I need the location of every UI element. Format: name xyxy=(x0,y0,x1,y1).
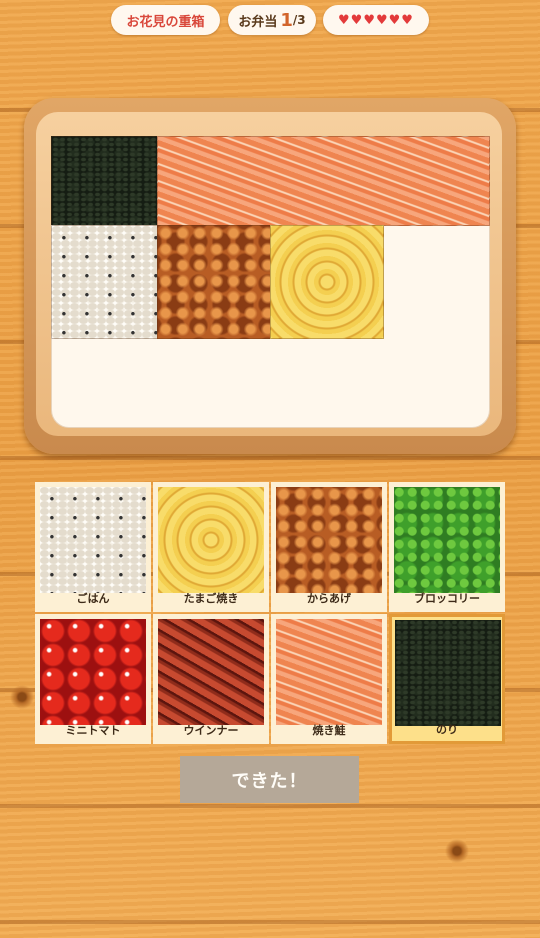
bento-counter-badge: お弁当 1 /3 xyxy=(228,5,316,35)
egg-icon xyxy=(158,487,264,593)
food-label: のり xyxy=(436,723,458,736)
food-item-broccoli[interactable]: ブロッコリー xyxy=(389,482,505,612)
wood-knot xyxy=(8,683,36,711)
rice-icon xyxy=(40,487,146,593)
food-item-salmon[interactable]: 焼き鮭 xyxy=(271,614,387,744)
food-label: ウインナー xyxy=(183,724,239,737)
broccoli-icon xyxy=(394,487,500,593)
food-item-rice[interactable]: ごはん xyxy=(35,482,151,612)
salmon-icon xyxy=(276,619,382,725)
food-label: からあげ xyxy=(307,592,351,605)
bento-tray[interactable] xyxy=(51,136,490,428)
nori-icon xyxy=(395,620,501,726)
food-label: たまご焼き xyxy=(183,592,239,605)
karaage-icon xyxy=(276,487,382,593)
food-item-wiener[interactable]: ウインナー xyxy=(153,614,269,744)
food-item-nori[interactable]: のり xyxy=(389,614,505,744)
placed-egg xyxy=(270,225,384,339)
hearts-icon: ♥♥♥♥♥♥ xyxy=(338,12,414,28)
food-item-karaage[interactable]: からあげ xyxy=(271,482,387,612)
counter-current: 1 xyxy=(280,9,293,31)
placed-salmon xyxy=(157,136,490,226)
counter-total: /3 xyxy=(292,13,306,27)
tomato-icon xyxy=(40,619,146,725)
wood-knot xyxy=(441,835,473,867)
lives-badge: ♥♥♥♥♥♥ xyxy=(323,5,429,35)
placed-rice xyxy=(51,225,158,339)
food-label: 焼き鮭 xyxy=(312,724,346,737)
wiener-icon xyxy=(158,619,264,725)
placed-nori xyxy=(51,136,158,226)
food-label: ブロッコリー xyxy=(414,592,480,605)
food-label: ごはん xyxy=(76,592,110,605)
counter-label: お弁当 xyxy=(238,14,278,30)
stage-title: お花見の重箱 xyxy=(126,14,205,30)
placed-karaage xyxy=(157,225,271,339)
food-item-tomato[interactable]: ミニトマト xyxy=(35,614,151,744)
done-button[interactable]: できた！ xyxy=(180,756,359,803)
food-label: ミニトマト xyxy=(65,724,121,737)
stage-title-badge: お花見の重箱 xyxy=(111,5,220,35)
food-item-egg[interactable]: たまご焼き xyxy=(153,482,269,612)
